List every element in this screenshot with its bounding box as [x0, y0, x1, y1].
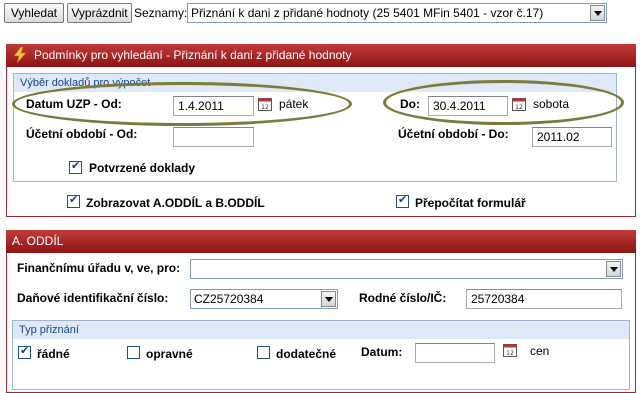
additional-checkbox[interactable]: [257, 346, 270, 359]
period-to-input[interactable]: 2011.02: [532, 127, 612, 147]
calendar-icon[interactable]: 12: [258, 97, 272, 111]
tax-id-value: CZ25720384: [194, 292, 264, 306]
date-from-day: pátek: [279, 97, 309, 111]
type-group-title: Typ přiznání: [13, 321, 629, 339]
date-from-input[interactable]: 1.4.2011: [173, 96, 254, 116]
conditions-panel-header: Podmínky pro vyhledání - Přiznání k dani…: [6, 44, 636, 67]
show-sections-label: Zobrazovat A.ODDÍL a B.ODDÍL: [86, 196, 265, 210]
svg-text:12: 12: [261, 104, 269, 111]
date-suffix: cen: [530, 344, 550, 358]
section-a-header: A. ODDÍL: [6, 230, 636, 253]
svg-text:12: 12: [506, 350, 514, 357]
period-from-label: Účetní období - Od:: [26, 127, 138, 141]
chevron-down-icon[interactable]: [321, 291, 336, 307]
calendar-icon[interactable]: 12: [512, 97, 526, 111]
lightning-icon: [13, 47, 27, 63]
birth-no-input[interactable]: 25720384: [466, 289, 622, 309]
corrective-label: opravné: [146, 347, 193, 361]
section-a-title: A. ODDÍL: [12, 234, 64, 248]
corrective-checkbox[interactable]: [127, 346, 140, 359]
date-to-input[interactable]: 30.4.2011: [428, 96, 508, 116]
show-sections-checkbox[interactable]: [67, 193, 80, 208]
calendar-icon[interactable]: 12: [503, 343, 517, 357]
lists-select[interactable]: Přiznání k dani z přidané hodnoty (25 54…: [187, 3, 607, 23]
docs-group-title: Výběr dokladů pro výpočet: [14, 74, 616, 92]
regular-label: řádné: [37, 347, 70, 361]
date-input[interactable]: [415, 343, 495, 363]
date-label: Datum:: [361, 345, 403, 359]
date-to-day: sobota: [533, 97, 570, 111]
chevron-down-icon[interactable]: [590, 5, 605, 21]
tax-id-select[interactable]: CZ25720384: [190, 289, 338, 309]
chevron-down-icon[interactable]: [606, 261, 621, 277]
tax-office-label: Finančnímu úřadu v, ve, pro:: [17, 261, 181, 275]
confirmed-docs-checkbox[interactable]: [69, 159, 82, 174]
date-from-label: Datum UZP - Od:: [26, 97, 122, 111]
svg-text:12: 12: [515, 104, 523, 111]
additional-label: dodatečné: [276, 347, 337, 361]
period-from-input[interactable]: [173, 127, 254, 147]
birth-no-label: Rodné číslo/IČ:: [359, 291, 447, 305]
regular-checkbox[interactable]: [18, 344, 31, 359]
clear-button[interactable]: Vyprázdnit: [67, 3, 132, 23]
conditions-panel-title: Podmínky pro vyhledání - Přiznání k dani…: [34, 48, 352, 62]
period-to-label: Účetní období - Do:: [398, 127, 509, 141]
confirmed-docs-label: Potvrzené doklady: [89, 161, 196, 175]
search-button[interactable]: Vyhledat: [4, 3, 64, 23]
recalc-checkbox[interactable]: [396, 193, 409, 208]
tax-office-select[interactable]: [190, 259, 623, 279]
lists-label: Seznamy:: [134, 6, 188, 20]
lists-select-value: Přiznání k dani z přidané hodnoty (25 54…: [191, 6, 544, 20]
recalc-label: Přepočítat formulář: [415, 196, 526, 210]
tax-id-label: Daňové identifikační číslo:: [17, 291, 169, 305]
date-to-label: Do:: [400, 97, 420, 111]
